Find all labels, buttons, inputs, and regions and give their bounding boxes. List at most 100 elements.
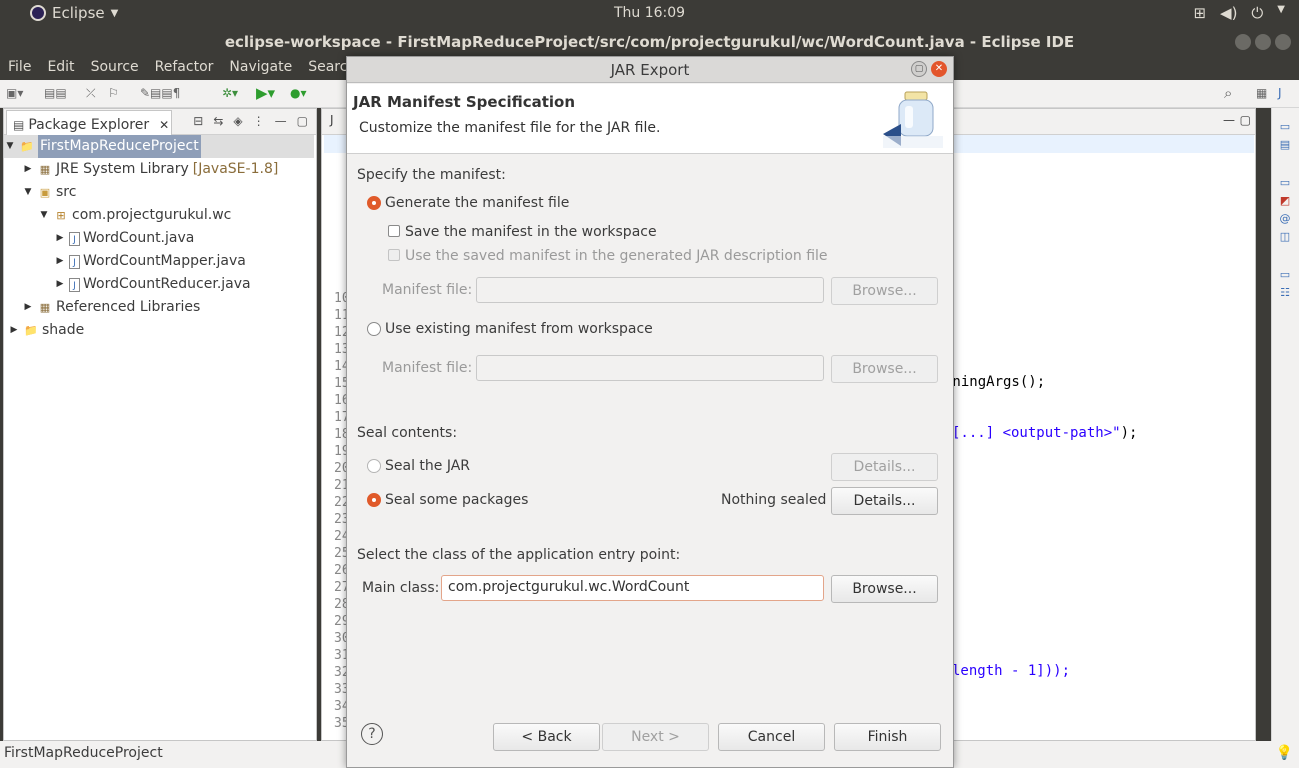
generate-manifest-radio[interactable]: [367, 196, 381, 210]
help-icon[interactable]: ?: [361, 723, 383, 745]
window-title: eclipse-workspace - FirstMapReduceProjec…: [224, 33, 1075, 51]
restore-icon[interactable]: ▭: [1278, 268, 1292, 282]
link-editor-icon[interactable]: ⇆: [213, 114, 223, 128]
save-manifest-label[interactable]: Save the manifest in the workspace: [405, 224, 657, 240]
outline-icon[interactable]: ☷: [1278, 286, 1292, 300]
collapsed-arrow-icon[interactable]: ▶: [54, 227, 66, 250]
coverage-icon[interactable]: ●▾: [290, 86, 307, 102]
tree-item-wordcount[interactable]: ▶ J WordCount.java: [54, 227, 195, 250]
focus-icon[interactable]: ◈: [233, 114, 242, 128]
mark-occurrences-icon[interactable]: ✎▤▤¶: [140, 86, 180, 102]
power-icon[interactable]: ⏻: [1251, 4, 1263, 22]
java-file-icon: J: [69, 231, 80, 246]
use-existing-manifest-label[interactable]: Use existing manifest from workspace: [385, 321, 653, 337]
maximize-icon[interactable]: ▢: [1240, 113, 1251, 127]
expanded-arrow-icon[interactable]: ▼: [38, 204, 50, 227]
restore-icon[interactable]: ▭: [1278, 176, 1292, 190]
package-icon: ⊞: [56, 208, 66, 222]
finish-button[interactable]: Finish: [834, 723, 941, 751]
menu-edit[interactable]: Edit: [39, 56, 82, 80]
dialog-window-controls: ▢ ✕: [911, 61, 947, 77]
collapsed-arrow-icon[interactable]: ▶: [54, 250, 66, 273]
view-menu-icon[interactable]: ⋮: [253, 114, 265, 128]
code-string: <output-path>": [1002, 425, 1121, 441]
collapsed-arrow-icon[interactable]: ▶: [22, 296, 34, 319]
code-fragment[interactable]: [...] <output-path>");: [952, 425, 1137, 441]
maximize-button[interactable]: [1255, 34, 1271, 50]
tree-item-mapper[interactable]: ▶ J WordCountMapper.java: [54, 250, 246, 273]
collapsed-arrow-icon[interactable]: ▶: [22, 158, 34, 181]
code-string: length - 1]));: [952, 663, 1071, 679]
status-text: FirstMapReduceProject: [4, 745, 163, 761]
menu-refactor[interactable]: Refactor: [147, 56, 222, 80]
code-text: );: [1120, 425, 1138, 441]
collapse-all-icon[interactable]: ⊟: [193, 114, 203, 128]
system-top-bar: Eclipse ▼ Thu 16:09 ⊞ ◀) ⏻ ▼: [0, 0, 1299, 28]
restore-icon[interactable]: ▭: [1278, 120, 1292, 134]
system-tray[interactable]: ⊞ ◀) ⏻ ▼: [1193, 4, 1285, 22]
search-icon[interactable]: ⌕: [1224, 84, 1232, 102]
minimize-icon[interactable]: —: [275, 114, 287, 128]
toggle-icon[interactable]: ⚐: [108, 86, 119, 102]
minimize-icon[interactable]: —: [1223, 113, 1235, 127]
tree-item-src[interactable]: ▼ ▣ src: [22, 181, 77, 204]
tree-item-label: WordCountReducer.java: [83, 276, 251, 292]
collapsed-arrow-icon[interactable]: ▶: [54, 273, 66, 296]
java-perspective-icon[interactable]: J: [1278, 86, 1282, 102]
expanded-arrow-icon[interactable]: ▼: [4, 135, 16, 158]
close-icon[interactable]: ✕: [931, 61, 947, 77]
use-existing-manifest-radio[interactable]: [367, 322, 381, 336]
code-fragment[interactable]: length - 1]));: [952, 663, 1070, 679]
minimize-button[interactable]: [1235, 34, 1251, 50]
editor-tab-icon[interactable]: J: [330, 113, 334, 127]
run-icon[interactable]: ▶▾: [256, 84, 275, 102]
code-fragment[interactable]: iningArgs();: [944, 374, 1045, 390]
seal-some-packages-radio[interactable]: [367, 493, 381, 507]
tree-item-jre[interactable]: ▶ ▦ JRE System Library [JavaSE-1.8]: [22, 158, 279, 181]
tree-item-shade[interactable]: ▶ 📁 shade: [8, 319, 85, 342]
generate-manifest-label[interactable]: Generate the manifest file: [385, 195, 569, 211]
main-class-input[interactable]: com.projectgurukul.wc.WordCount: [441, 575, 824, 601]
chevron-down-icon[interactable]: ▼: [1277, 4, 1285, 22]
menu-source[interactable]: Source: [83, 56, 147, 80]
problems-icon[interactable]: ◩: [1278, 194, 1292, 208]
java-file-icon: J: [69, 277, 80, 292]
tree-item-project[interactable]: ▼ 📁 FirstMapReduceProject: [4, 135, 314, 158]
cancel-button[interactable]: Cancel: [718, 723, 825, 751]
manifest-file-label: Manifest file:: [382, 282, 473, 298]
menu-navigate[interactable]: Navigate: [221, 56, 300, 80]
close-button[interactable]: [1275, 34, 1291, 50]
seal-some-packages-label[interactable]: Seal some packages: [385, 492, 528, 508]
new-wizard-icon[interactable]: ▣▾: [6, 86, 23, 102]
open-perspective-icon[interactable]: ▦: [1256, 86, 1267, 102]
seal-packages-details-button[interactable]: Details...: [831, 487, 938, 515]
volume-icon[interactable]: ◀): [1220, 4, 1237, 22]
lightbulb-icon[interactable]: 💡: [1276, 745, 1293, 761]
package-explorer-tab[interactable]: ▤ Package Explorer ✕: [6, 110, 172, 135]
maximize-icon[interactable]: ▢: [297, 114, 308, 128]
tree-item-label: shade: [42, 322, 85, 338]
clock[interactable]: Thu 16:09: [0, 5, 1299, 21]
seal-jar-radio[interactable]: [367, 459, 381, 473]
tree-item-package[interactable]: ▼ ⊞ com.projectgurukul.wc: [38, 204, 232, 227]
task-list-icon[interactable]: ▤: [1278, 138, 1292, 152]
network-icon[interactable]: ⊞: [1193, 4, 1206, 22]
skip-breakpoints-icon[interactable]: ⤫: [86, 86, 96, 102]
tree-item-reducer[interactable]: ▶ J WordCountReducer.java: [54, 273, 251, 296]
main-class-browse-button[interactable]: Browse...: [831, 575, 938, 603]
close-icon[interactable]: ✕: [159, 118, 169, 132]
tree-item-referenced-libraries[interactable]: ▶ ▦ Referenced Libraries: [22, 296, 201, 319]
debug-icon[interactable]: ✲▾: [222, 86, 238, 102]
maximize-icon[interactable]: ▢: [911, 61, 927, 77]
collapsed-arrow-icon[interactable]: ▶: [8, 319, 20, 342]
save-icon[interactable]: ▤▤: [44, 86, 67, 102]
save-manifest-checkbox[interactable]: [388, 225, 400, 237]
back-button[interactable]: < Back: [493, 723, 600, 751]
dialog-title: JAR Export: [610, 61, 690, 79]
jar-icon: [883, 91, 943, 148]
menu-file[interactable]: File: [0, 56, 39, 80]
declaration-icon[interactable]: ◫: [1278, 230, 1292, 244]
seal-jar-label[interactable]: Seal the JAR: [385, 458, 470, 474]
expanded-arrow-icon[interactable]: ▼: [22, 181, 34, 204]
javadoc-icon[interactable]: @: [1278, 212, 1292, 226]
